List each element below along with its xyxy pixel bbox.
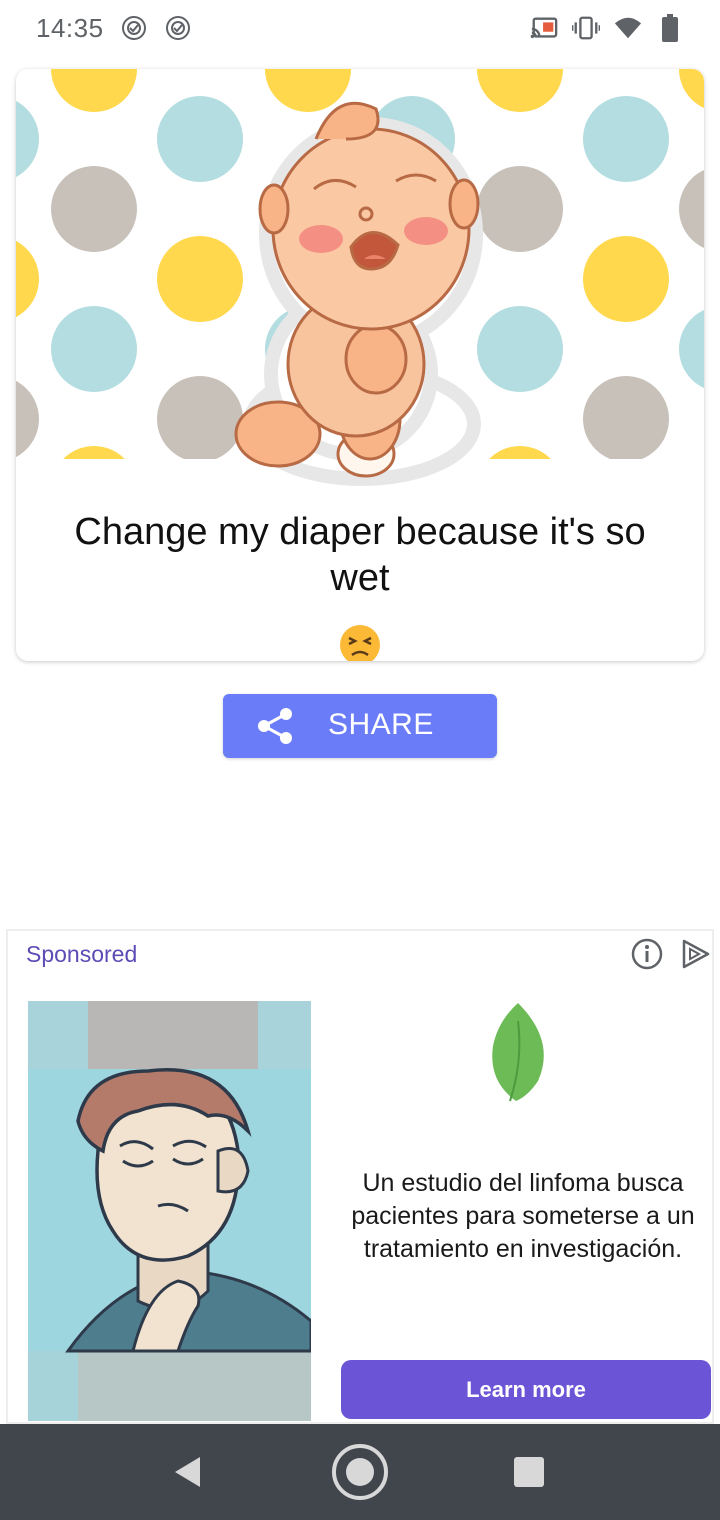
recents-icon[interactable] (512, 1455, 546, 1489)
status-bar: 14:35 (0, 0, 720, 56)
ad-choices-icon[interactable] (678, 937, 712, 971)
navigation-bar (0, 1424, 720, 1520)
learn-more-label: Learn more (466, 1376, 586, 1402)
app-screen: 14:35 Change my diaper because it's so w… (0, 0, 720, 1520)
leaf-icon (492, 1003, 544, 1102)
info-icon[interactable] (630, 937, 664, 971)
status-right (530, 14, 684, 42)
back-icon[interactable] (170, 1454, 206, 1490)
battery-icon (656, 14, 684, 42)
share-label: SHARE (328, 708, 434, 741)
notification-app-icon (164, 14, 192, 42)
home-icon[interactable] (330, 1442, 390, 1502)
status-time: 14:35 (36, 12, 104, 43)
share-button[interactable]: SHARE (223, 694, 497, 758)
cast-icon (530, 14, 558, 42)
sponsored-label: Sponsored (26, 941, 138, 967)
learn-more-button[interactable]: Learn more (341, 1360, 711, 1419)
crying-baby-illustration (16, 69, 704, 489)
man-sore-throat-illustration[interactable] (28, 1001, 311, 1421)
notification-app-icon (120, 14, 148, 42)
sponsored-ad[interactable]: Sponsored Un estudio del linfoma busca p… (6, 929, 714, 1424)
ad-body-text: Un estudio del linfoma busca pacientes p… (351, 1169, 695, 1263)
sound-card: Change my diaper because it's so wet (16, 69, 704, 661)
vibrate-icon (572, 14, 600, 42)
wifi-icon (614, 14, 642, 42)
share-icon (258, 708, 292, 744)
sound-caption: Change my diaper because it's so wet (74, 511, 646, 599)
status-left: 14:35 (36, 13, 192, 44)
persevering-face-emoji (338, 623, 382, 661)
